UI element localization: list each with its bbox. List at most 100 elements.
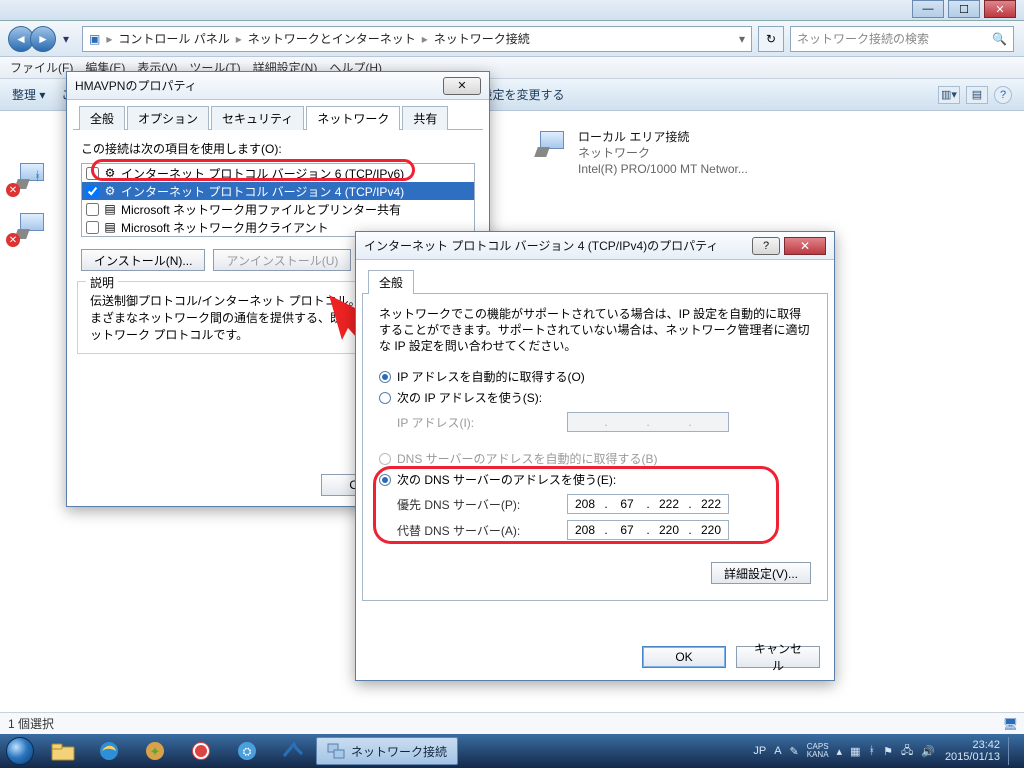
tab-sharing[interactable]: 共有	[402, 106, 448, 130]
radio-dns-manual[interactable]: 次の DNS サーバーのアドレスを使う(E):	[379, 471, 811, 488]
lan-adapter: Intel(R) PRO/1000 MT Networ...	[578, 161, 748, 177]
ip-address-field: ...	[567, 412, 729, 432]
alt-dns-label: 代替 DNS サーバー(A):	[397, 522, 567, 539]
show-desktop-button[interactable]	[1008, 737, 1016, 765]
taskbar-ie-icon[interactable]	[86, 734, 132, 768]
breadcrumb[interactable]: ネットワークとインターネット	[248, 30, 416, 47]
explorer-titlebar: — ☐ ✕	[0, 0, 1024, 21]
search-icon: 🔍	[992, 32, 1007, 46]
dialog-title: HMAVPNのプロパティ	[75, 77, 197, 94]
tray-ime[interactable]: A	[774, 745, 781, 757]
tray-ime-tool-icon[interactable]: ✎	[790, 745, 799, 758]
list-item-ipv4[interactable]: ⚙インターネット プロトコル バージョン 4 (TCP/IPv4)	[82, 182, 474, 200]
list-item[interactable]: ▤Microsoft ネットワーク用ファイルとプリンター共有	[82, 200, 474, 218]
description-heading: 説明	[86, 274, 118, 291]
search-input[interactable]: ネットワーク接続の検索 🔍	[790, 26, 1014, 52]
dialog-title: インターネット プロトコル バージョン 4 (TCP/IPv4)のプロパティ	[364, 237, 718, 254]
pref-dns-field[interactable]: 208. 67. 222. 222	[567, 494, 729, 514]
ipv4-blurb: ネットワークでこの機能がサポートされている場合は、IP 設定を自動的に取得するこ…	[379, 306, 811, 354]
breadcrumb[interactable]: ネットワーク接続	[434, 30, 530, 47]
breadcrumb-bar[interactable]: ▣ ▸ コントロール パネル ▸ ネットワークとインターネット ▸ ネットワーク…	[82, 26, 752, 52]
taskbar-explorer-icon[interactable]	[40, 734, 86, 768]
taskbar-app-icon[interactable]: ⛭	[224, 734, 270, 768]
radio-ip-auto[interactable]: IP アドレスを自動的に取得する(O)	[379, 368, 811, 385]
help-icon[interactable]: ?	[994, 86, 1012, 104]
lan-title: ローカル エリア接続	[578, 129, 748, 145]
taskbar-app-icon[interactable]: ✦	[132, 734, 178, 768]
tray-network-icon[interactable]: 🖧	[901, 742, 913, 761]
tray-lang[interactable]: JP	[753, 745, 766, 757]
taskbar: ✦ ⛭ ネットワーク接続 JP A ✎ CAPSKANA ▴ ▦ ᚼ ⚑ 🖧 🔊…	[0, 734, 1024, 768]
dialog-titlebar[interactable]: HMAVPNのプロパティ ✕	[67, 72, 489, 100]
tab-strip: 全般	[362, 270, 828, 294]
window-maximize-button[interactable]: ☐	[948, 0, 980, 18]
svg-text:⛭: ⛭	[243, 746, 252, 758]
tray-flag-icon[interactable]: ⚑	[883, 745, 893, 758]
pref-dns-label: 優先 DNS サーバー(P):	[397, 496, 567, 513]
tray-vm-icon[interactable]: ▦	[850, 745, 860, 758]
radio-dns-auto: DNS サーバーのアドレスを自動的に取得する(B)	[379, 450, 811, 467]
connection-item[interactable]: ᚼ✕	[10, 161, 58, 195]
taskbar-active-window[interactable]: ネットワーク接続	[316, 737, 458, 765]
view-dropdown-icon[interactable]: ▥▾	[938, 86, 960, 104]
lan-connection-item[interactable]: ローカル エリア接続 ネットワーク Intel(R) PRO/1000 MT N…	[530, 129, 748, 177]
uninstall-button: アンインストール(U)	[213, 249, 351, 271]
status-text: 1 個選択	[8, 715, 54, 732]
status-bar: 1 個選択 🖥	[0, 712, 1024, 734]
error-badge-icon: ✕	[6, 233, 20, 247]
address-bar: ◄ ► ▾ ▣ ▸ コントロール パネル ▸ ネットワークとインターネット ▸ …	[0, 21, 1024, 57]
nav-history-dropdown[interactable]: ▾	[56, 27, 76, 51]
taskbar-app-icon[interactable]	[178, 734, 224, 768]
dialog-close-button[interactable]: ✕	[443, 77, 481, 95]
ip-address-label: IP アドレス(I):	[397, 414, 567, 431]
taskbar-app-icon[interactable]	[270, 734, 316, 768]
radio-ip-manual[interactable]: 次の IP アドレスを使う(S):	[379, 389, 811, 406]
dialog-titlebar[interactable]: インターネット プロトコル バージョン 4 (TCP/IPv4)のプロパティ ?…	[356, 232, 834, 260]
breadcrumb[interactable]: コントロール パネル	[118, 30, 229, 47]
organize-button[interactable]: 整理 ▾	[12, 86, 45, 103]
tab-general[interactable]: 全般	[368, 270, 414, 294]
uses-label: この接続は次の項目を使用します(O):	[81, 140, 475, 157]
file-icon: ▤	[103, 202, 117, 216]
window-minimize-button[interactable]: —	[912, 0, 944, 18]
tray-expand-icon[interactable]: ▴	[837, 745, 843, 758]
checkbox[interactable]	[86, 185, 99, 198]
protocol-list[interactable]: ⚙インターネット プロトコル バージョン 6 (TCP/IPv6) ⚙インターネ…	[81, 163, 475, 237]
tab-strip: 全般 オプション セキュリティ ネットワーク 共有	[73, 106, 483, 130]
list-item[interactable]: ⚙インターネット プロトコル バージョン 6 (TCP/IPv6)	[82, 164, 474, 182]
tab-security[interactable]: セキュリティ	[211, 106, 304, 130]
dialog-close-button[interactable]: ✕	[784, 237, 826, 255]
window-close-button[interactable]: ✕	[984, 0, 1016, 18]
ipv4-properties-dialog: インターネット プロトコル バージョン 4 (TCP/IPv4)のプロパティ ?…	[355, 231, 835, 681]
tab-network[interactable]: ネットワーク	[306, 106, 400, 130]
ok-button[interactable]: OK	[642, 646, 726, 668]
svg-text:✦: ✦	[150, 744, 161, 759]
gear-icon: ⚙	[103, 184, 117, 198]
alt-dns-field[interactable]: 208. 67. 220. 220	[567, 520, 729, 540]
file-icon: ▤	[103, 220, 117, 234]
nav-forward-button[interactable]: ►	[30, 26, 56, 52]
checkbox[interactable]	[86, 167, 99, 180]
tray-volume-icon[interactable]: 🔊	[921, 745, 935, 758]
tab-options[interactable]: オプション	[127, 106, 209, 130]
tray-bluetooth-icon[interactable]: ᚼ	[868, 745, 875, 757]
lan-subtitle: ネットワーク	[578, 145, 748, 161]
windows-orb-icon	[6, 737, 34, 765]
cancel-button[interactable]: キャンセル	[736, 646, 820, 668]
breadcrumb-dropdown-icon[interactable]: ▾	[739, 32, 745, 46]
advanced-button[interactable]: 詳細設定(V)...	[711, 562, 811, 584]
checkbox[interactable]	[86, 203, 99, 216]
statusbar-computer-icon: 🖥	[1003, 717, 1018, 731]
tray-clock[interactable]: 23:42 2015/01/13	[945, 739, 1000, 763]
install-button[interactable]: インストール(N)...	[81, 249, 205, 271]
menu-file[interactable]: ファイル(F)	[10, 59, 73, 76]
tray-caps-kana[interactable]: CAPSKANA	[807, 743, 829, 759]
tab-general[interactable]: 全般	[79, 106, 125, 130]
start-button[interactable]	[0, 734, 40, 768]
taskbar-active-label: ネットワーク接続	[351, 743, 447, 760]
preview-pane-icon[interactable]: ▤	[966, 86, 988, 104]
connection-item[interactable]: ✕	[10, 211, 58, 245]
dialog-help-button[interactable]: ?	[752, 237, 780, 255]
checkbox[interactable]	[86, 221, 99, 234]
refresh-button[interactable]: ↻	[758, 26, 784, 52]
